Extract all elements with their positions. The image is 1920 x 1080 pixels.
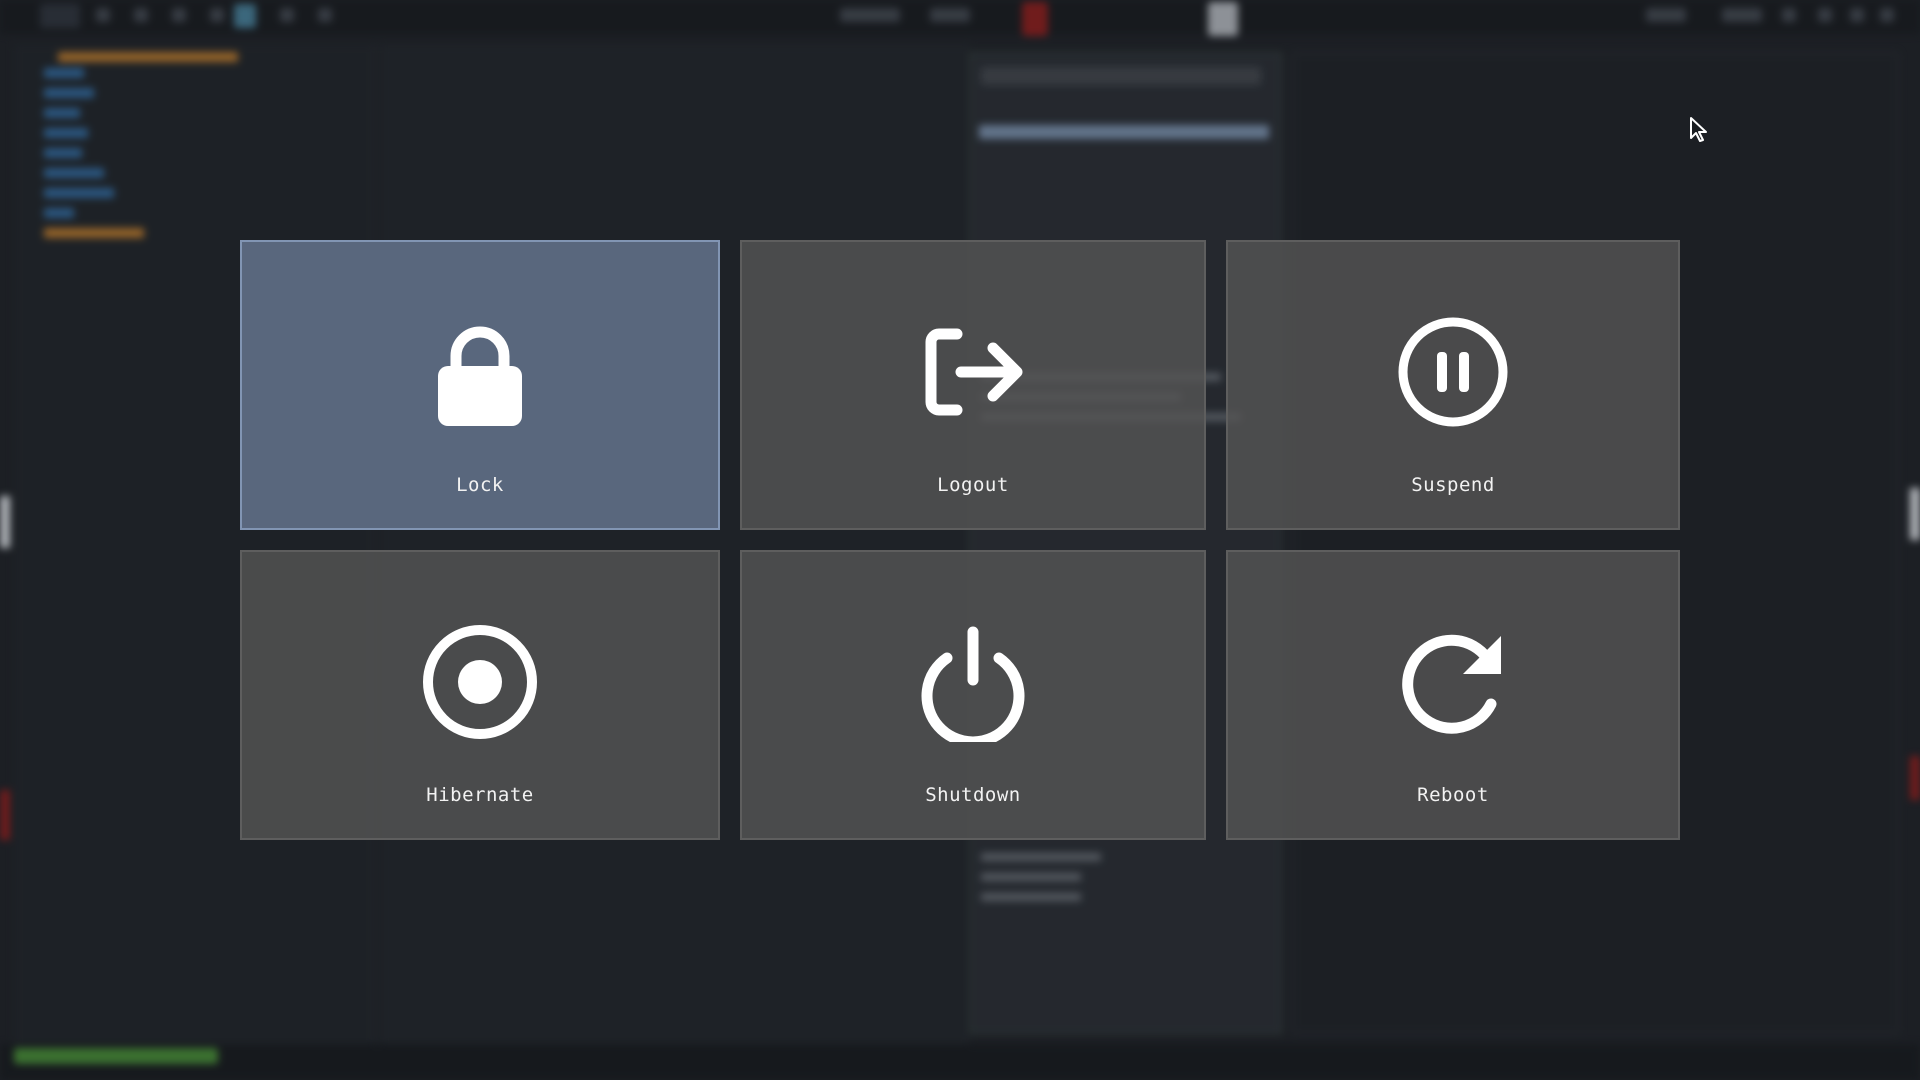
background-edge-marker xyxy=(1910,756,1920,800)
background-edge-marker xyxy=(0,790,10,840)
background-icon xyxy=(280,8,294,22)
background-status xyxy=(930,8,970,22)
background-status xyxy=(840,8,900,22)
background-text-line xyxy=(981,873,1081,881)
lock-icon xyxy=(420,312,540,432)
background-icon xyxy=(1850,8,1864,22)
logout-label: Logout xyxy=(937,474,1009,496)
background-bottom-bar xyxy=(0,1044,1920,1080)
background-icon xyxy=(210,8,224,22)
power-icon xyxy=(913,622,1033,742)
background-input xyxy=(981,67,1261,85)
background-icon xyxy=(172,8,186,22)
background-status-bar xyxy=(14,1048,218,1064)
background-tab xyxy=(40,4,80,28)
background-tree-row xyxy=(44,148,82,158)
background-tree-row xyxy=(44,108,80,118)
background-icon xyxy=(1880,8,1894,22)
background-edge-marker xyxy=(1910,488,1920,540)
background-indicator xyxy=(1022,2,1048,36)
logout-button[interactable]: Logout xyxy=(740,240,1206,530)
hibernate-button[interactable]: Hibernate xyxy=(240,550,720,840)
reboot-label: Reboot xyxy=(1417,784,1489,806)
suspend-button[interactable]: Suspend xyxy=(1226,240,1680,530)
background-tree-header xyxy=(58,52,238,62)
background-tree-row xyxy=(44,228,144,238)
hibernate-label: Hibernate xyxy=(426,784,534,806)
background-top-bar xyxy=(0,0,1920,36)
reboot-button[interactable]: Reboot xyxy=(1226,550,1680,840)
shutdown-button[interactable]: Shutdown xyxy=(740,550,1206,840)
background-tree-row xyxy=(44,128,88,138)
pause-circle-icon xyxy=(1393,312,1513,432)
logout-icon xyxy=(913,312,1033,432)
lock-label: Lock xyxy=(456,474,504,496)
background-indicator xyxy=(1208,2,1238,36)
background-text-line xyxy=(981,893,1081,901)
background-tree-row xyxy=(44,68,84,78)
background-tree-row xyxy=(44,168,104,178)
suspend-label: Suspend xyxy=(1411,474,1495,496)
background-status xyxy=(1722,8,1762,22)
background-icon xyxy=(1818,8,1832,22)
background-tab xyxy=(234,4,256,28)
background-icon xyxy=(1782,8,1796,22)
shutdown-label: Shutdown xyxy=(925,784,1021,806)
background-icon xyxy=(96,8,110,22)
background-selection xyxy=(979,125,1269,139)
lock-button[interactable]: Lock xyxy=(240,240,720,530)
screen: Lock Logout Suspend Hibernate Shutdown R… xyxy=(0,0,1920,1080)
mouse-cursor-icon xyxy=(1688,116,1712,142)
background-status xyxy=(1646,8,1686,22)
background-icon xyxy=(134,8,148,22)
record-circle-icon xyxy=(420,622,540,742)
background-edge-marker xyxy=(0,496,10,548)
reboot-icon xyxy=(1393,622,1513,742)
background-tree-row xyxy=(44,88,94,98)
background-text-line xyxy=(981,853,1101,861)
background-icon xyxy=(318,8,332,22)
background-tree-row xyxy=(44,188,114,198)
power-menu: Lock Logout Suspend Hibernate Shutdown R… xyxy=(240,240,1680,840)
background-tree-row xyxy=(44,208,74,218)
